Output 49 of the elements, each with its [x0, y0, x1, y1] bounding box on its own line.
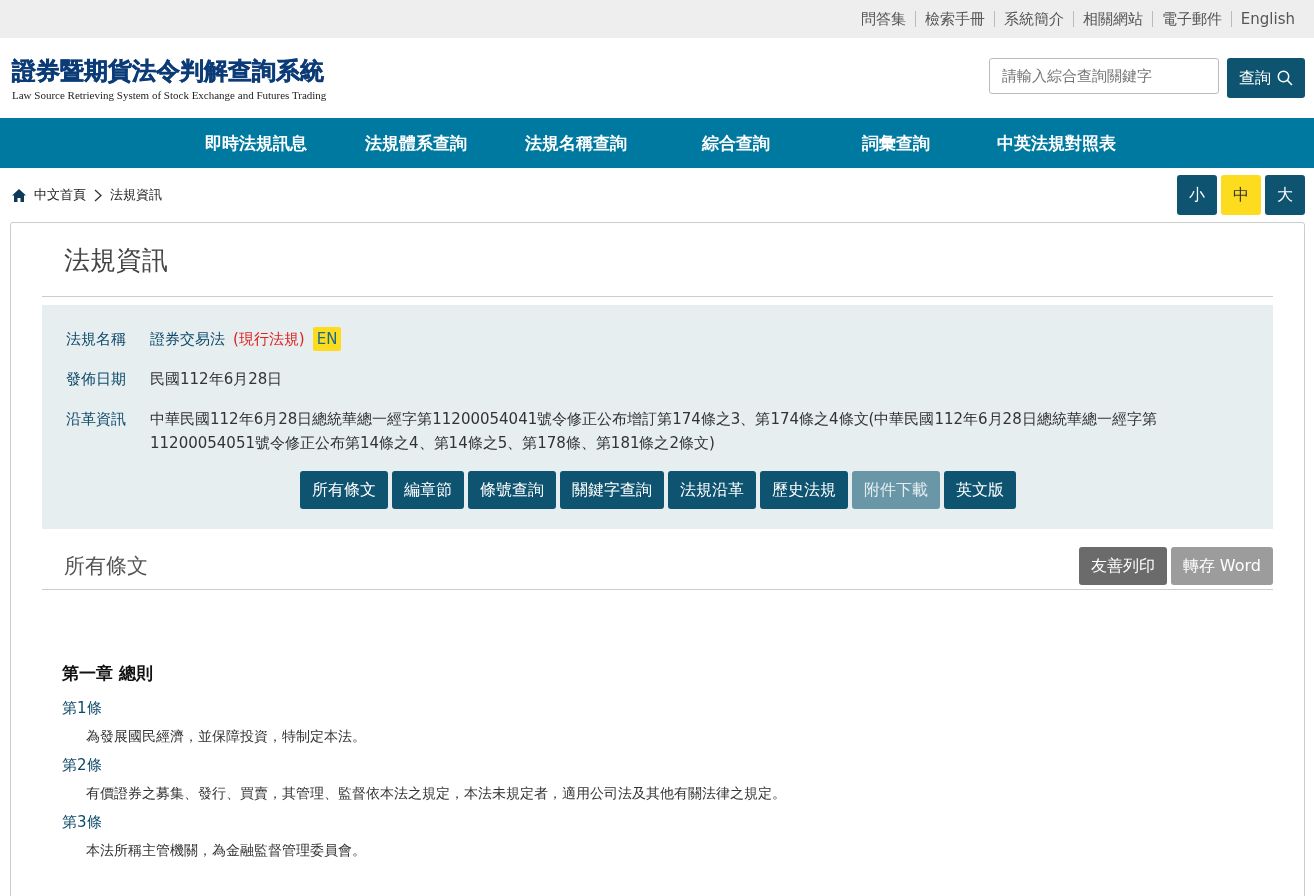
english-badge[interactable]: EN	[312, 327, 342, 351]
chevron-right-icon	[94, 188, 102, 202]
tab-button[interactable]: 法規沿革	[667, 471, 756, 509]
law-status: (現行法規)	[233, 329, 305, 350]
top-link[interactable]: 電子郵件	[1152, 9, 1231, 29]
history-text: 中華民國112年6月28日總統華總一經字第11200054041號令修正公布增訂第174條之3、第174條之4條文(中華民國112年6月28日總統華總一經字第11200054051號令修正公布第14條之4、第14條之5、第178條、第181條之2條文)	[150, 409, 1158, 454]
logo-subtitle: Law Source Retrieving System of Stock Exchange and Futures Trading	[12, 89, 327, 101]
nav-item[interactable]: 綜合查詢	[656, 131, 816, 155]
breadcrumb-link[interactable]: 法規資訊	[110, 186, 162, 204]
top-link[interactable]: English	[1231, 10, 1304, 28]
tab-button[interactable]: 英文版	[943, 471, 1016, 509]
home-icon	[12, 188, 26, 202]
article-text: 本法所稱主管機關，為金融監督管理委員會。	[85, 842, 367, 860]
nav-item[interactable]: 即時法規訊息	[176, 131, 336, 155]
search-button[interactable]: 查詢	[1227, 58, 1305, 98]
top-link[interactable]: 問答集	[851, 9, 915, 29]
tab-button[interactable]: 關鍵字查詢	[559, 471, 664, 509]
field-label: 法規名稱	[66, 329, 127, 350]
nav-item[interactable]: 詞彙查詢	[816, 131, 976, 155]
field-label: 沿革資訊	[66, 409, 127, 430]
chapter-heading: 第一章 總則	[62, 662, 154, 685]
font-size-button[interactable]: 大	[1265, 175, 1305, 215]
article-text: 有價證券之募集、發行、買賣，其管理、監督依本法之規定，本法未規定者，適用公司法及其他有關法律之規定。	[85, 785, 787, 803]
article-number[interactable]: 第1條	[62, 699, 1253, 718]
nav-item[interactable]: 中英法規對照表	[976, 131, 1136, 155]
top-link[interactable]: 檢索手冊	[915, 9, 994, 29]
field-label: 發佈日期	[66, 369, 127, 390]
top-link[interactable]: 系統簡介	[994, 9, 1073, 29]
article-text: 為發展國民經濟，並保障投資，特制定本法。	[85, 728, 367, 746]
font-size-button[interactable]: 中	[1221, 175, 1261, 215]
article-number[interactable]: 第2條	[62, 756, 1253, 775]
top-link[interactable]: 相關網站	[1073, 9, 1152, 29]
search-icon	[1277, 70, 1293, 86]
tab-button[interactable]: 歷史法規	[759, 471, 848, 509]
nav-item[interactable]: 法規體系查詢	[336, 131, 496, 155]
tab-button[interactable]: 編章節	[391, 471, 464, 509]
nav-item[interactable]: 法規名稱查詢	[496, 131, 656, 155]
export-button[interactable]: 友善列印	[1078, 547, 1167, 585]
publish-date: 民國112年6月28日	[150, 369, 283, 390]
page-title: 法規資訊	[42, 223, 1273, 297]
tab-button[interactable]: 條號查詢	[467, 471, 556, 509]
font-size-button[interactable]: 小	[1177, 175, 1217, 215]
section-title: 所有條文	[64, 553, 148, 580]
tab-button[interactable]: 所有條文	[299, 471, 388, 509]
law-name: 證券交易法	[150, 329, 225, 350]
article-number[interactable]: 第3條	[62, 813, 1253, 832]
search-field[interactable]: 請輸入綜合查詢關鍵字	[989, 58, 1219, 94]
breadcrumb-link[interactable]: 中文首頁	[34, 186, 86, 204]
logo-title[interactable]: 證券暨期貨法令判解查詢系統	[12, 55, 327, 87]
